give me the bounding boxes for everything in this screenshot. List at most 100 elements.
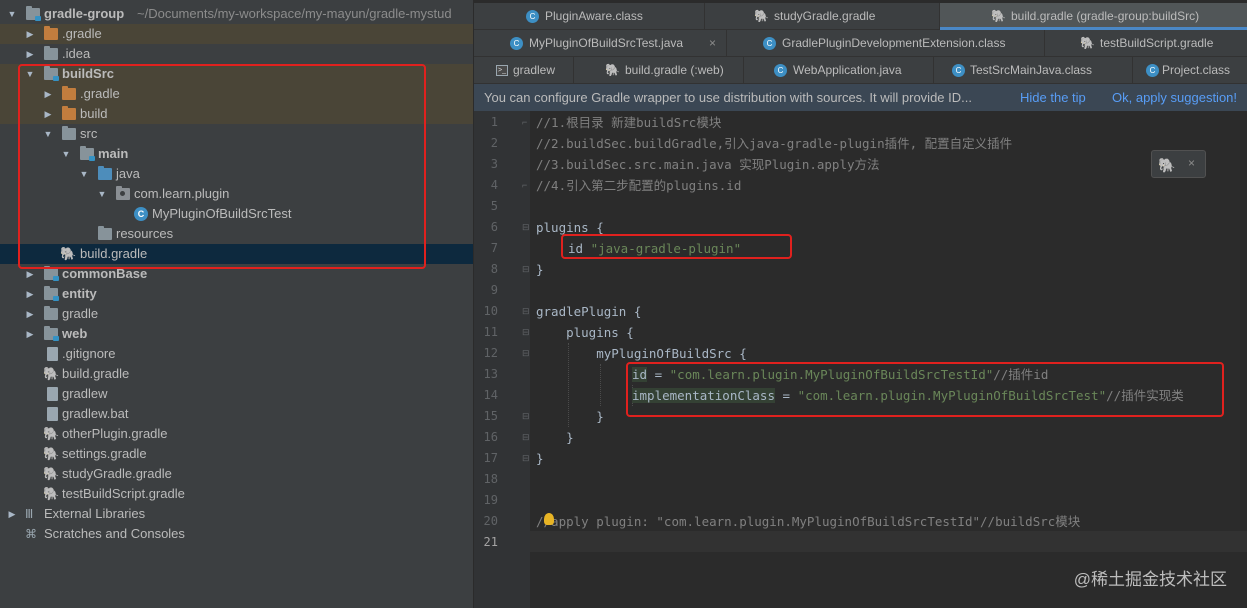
gradle-elephant-icon: 🐘 <box>605 63 620 77</box>
gradle-elephant-icon: 🐘 <box>1080 36 1095 50</box>
tree-item-gradlew-bat[interactable]: gradlew.bat <box>0 404 473 424</box>
gradle-elephant-icon: 🐘 <box>991 9 1006 23</box>
tree-root[interactable]: ▼ gradle-group ~/Documents/my-workspace/… <box>0 4 473 24</box>
tab-label: testBuildScript.gradle <box>1100 36 1214 50</box>
tree-item-label: .gitignore <box>62 346 116 361</box>
class-icon: C <box>763 37 776 50</box>
collapse-arrow-icon[interactable]: ▶ <box>24 44 36 64</box>
tree-item-label: gradlew <box>62 386 108 401</box>
close-icon[interactable]: × <box>1188 156 1195 170</box>
gradle-sync-icon[interactable]: 🐘 <box>1158 157 1175 174</box>
gradle-load-changes-popup: 🐘 × <box>1151 150 1206 178</box>
line-number: 19 <box>483 493 498 507</box>
line-number: 7 <box>490 241 498 255</box>
line-number: 14 <box>483 388 498 402</box>
tree-item-studygradle[interactable]: 🐘 studyGradle.gradle <box>0 464 473 484</box>
close-icon[interactable]: × <box>709 30 716 57</box>
tree-item-settings[interactable]: 🐘 settings.gradle <box>0 444 473 464</box>
line-number: 15 <box>483 409 498 423</box>
tab-webapplication[interactable]: C WebApplication.java <box>744 57 934 84</box>
tab-testsrcmainjava[interactable]: C TestSrcMainJava.class <box>934 57 1133 84</box>
tab-project[interactable]: C Project.class <box>1133 57 1247 84</box>
tab-pluginaware[interactable]: C PluginAware.class <box>474 3 705 30</box>
collapse-arrow-icon[interactable]: ▶ <box>24 304 36 324</box>
class-icon: C <box>510 37 523 50</box>
code-line-20[interactable]: //apply plugin: "com.learn.plugin.MyPlug… <box>536 511 1080 532</box>
tree-item-gradlew[interactable]: gradlew <box>0 384 473 404</box>
fold-icon[interactable]: ⊟ <box>522 433 531 442</box>
fold-icon[interactable]: ⊟ <box>522 454 531 463</box>
line-number: 6 <box>490 220 498 234</box>
code-line-3[interactable]: //3.buildSec.src.main.java 实现Plugin.appl… <box>536 154 880 175</box>
code-line-2[interactable]: //2.buildSec.buildGradle,引入java-gradle-p… <box>536 133 1012 154</box>
tree-item-label: entity <box>62 286 97 301</box>
root-path: ~/Documents/my-workspace/my-mayun/gradle… <box>137 6 452 21</box>
tree-item-web[interactable]: ▶ web <box>0 324 473 344</box>
fold-icon[interactable]: ⊟ <box>522 265 531 274</box>
hide-tip-link[interactable]: Hide the tip <box>1020 84 1086 111</box>
file-icon <box>47 347 58 361</box>
class-icon: C <box>1146 64 1159 77</box>
tab-studygradle[interactable]: 🐘 studyGradle.gradle <box>705 3 940 30</box>
tree-item-entity[interactable]: ▶ entity <box>0 284 473 304</box>
tab-testbuildscript[interactable]: 🐘 testBuildScript.gradle <box>1045 30 1247 57</box>
collapse-arrow-icon[interactable]: ▶ <box>6 504 18 524</box>
module-folder-icon <box>44 326 59 341</box>
tree-item-label: External Libraries <box>44 506 146 521</box>
tab-gradlew[interactable]: >_ gradlew <box>474 57 574 84</box>
code-line-1[interactable]: //1.根目录 新建buildSrc模块 <box>536 112 721 133</box>
tree-item-label: .idea <box>62 46 91 61</box>
line-number-gutter: 1 2 3 4 5 6 7 8 9 10 11 12 13 14 15 16 1… <box>474 111 530 608</box>
tree-item-scratches[interactable]: ⌘ Scratches and Consoles <box>0 524 473 544</box>
tab-row-2: C MyPluginOfBuildSrcTest.java × C Gradle… <box>474 30 1247 57</box>
collapse-arrow-icon[interactable]: ▶ <box>24 284 36 304</box>
fold-icon[interactable]: ⌐ <box>522 118 531 127</box>
file-icon <box>47 387 58 401</box>
code-line-8[interactable]: } <box>536 259 544 280</box>
code-line-17[interactable]: } <box>536 448 544 469</box>
tab-label: MyPluginOfBuildSrcTest.java <box>529 36 684 50</box>
collapse-arrow-icon[interactable]: ▶ <box>24 24 36 44</box>
class-icon: C <box>952 64 965 77</box>
tree-item-label: gradlew.bat <box>62 406 129 421</box>
tab-build-gradle-web[interactable]: 🐘 build.gradle (:web) <box>574 57 744 84</box>
tree-item-testbuildscript[interactable]: 🐘 testBuildScript.gradle <box>0 484 473 504</box>
line-number: 1 <box>490 115 498 129</box>
code-line-12[interactable]: myPluginOfBuildSrc { <box>536 343 747 364</box>
line-number: 12 <box>483 346 498 360</box>
tree-item-build-gradle[interactable]: 🐘 build.gradle <box>0 364 473 384</box>
tree-item-label: Scratches and Consoles <box>44 526 185 541</box>
fold-icon[interactable]: ⊟ <box>522 349 531 358</box>
tree-item-idea[interactable]: ▶ .idea <box>0 44 473 64</box>
expand-arrow-icon[interactable]: ▼ <box>6 4 18 24</box>
tree-item-otherplugin[interactable]: 🐘 otherPlugin.gradle <box>0 424 473 444</box>
fold-icon[interactable]: ⊟ <box>522 223 531 232</box>
tab-gradleplugindevelopmentextension[interactable]: C GradlePluginDevelopmentExtension.class <box>727 30 1045 57</box>
tree-item-external-libraries[interactable]: ▶ Ⅲ External Libraries <box>0 504 473 524</box>
code-line-15[interactable]: } <box>536 406 604 427</box>
line-number: 8 <box>490 262 498 276</box>
intention-bulb-icon[interactable] <box>544 513 554 525</box>
tab-mypluginofbuildsrctest[interactable]: C MyPluginOfBuildSrcTest.java × <box>474 30 727 57</box>
terminal-icon: >_ <box>496 65 508 76</box>
tree-item-gradle-dir[interactable]: ▶ .gradle <box>0 24 473 44</box>
line-number: 21 <box>483 535 498 549</box>
tree-item-gitignore[interactable]: .gitignore <box>0 344 473 364</box>
fold-icon[interactable]: ⊟ <box>522 328 531 337</box>
fold-icon[interactable]: ⊟ <box>522 307 531 316</box>
tab-label: TestSrcMainJava.class <box>970 63 1093 77</box>
module-folder-icon <box>26 6 41 21</box>
line-number: 2 <box>490 136 498 150</box>
fold-icon[interactable]: ⌐ <box>522 181 531 190</box>
code-line-4[interactable]: //4.引入第二步配置的plugins.id <box>536 175 741 196</box>
tab-build-gradle-buildsrc[interactable]: 🐘 build.gradle (gradle-group:buildSrc) <box>940 3 1247 30</box>
fold-icon[interactable]: ⊟ <box>522 412 531 421</box>
current-line-highlight <box>530 531 1247 552</box>
tree-item-gradle[interactable]: ▶ gradle <box>0 304 473 324</box>
code-line-10[interactable]: gradlePlugin { <box>536 301 641 322</box>
code-line-16[interactable]: } <box>536 427 574 448</box>
collapse-arrow-icon[interactable]: ▶ <box>24 324 36 344</box>
line-number: 20 <box>483 514 498 528</box>
code-line-11[interactable]: plugins { <box>536 322 634 343</box>
apply-suggestion-link[interactable]: Ok, apply suggestion! <box>1112 84 1237 111</box>
